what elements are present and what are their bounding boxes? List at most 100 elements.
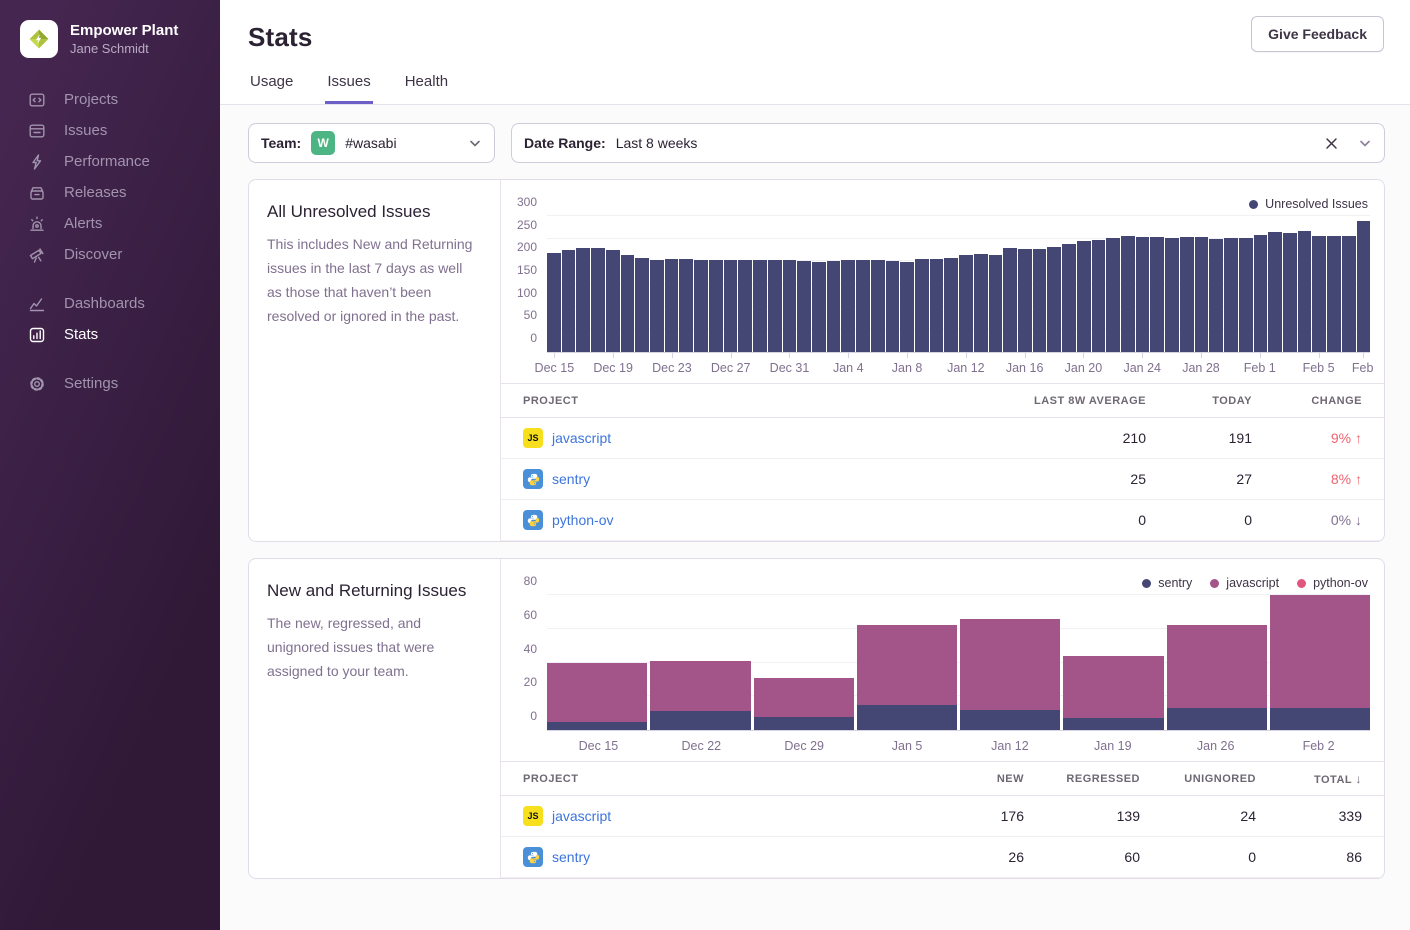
- bar[interactable]: [547, 253, 561, 352]
- column-header-regressed[interactable]: Regressed: [1046, 773, 1162, 785]
- stacked-bar[interactable]: [1167, 595, 1267, 730]
- bar[interactable]: [694, 260, 708, 352]
- bar[interactable]: [1195, 237, 1209, 352]
- bar[interactable]: [1018, 249, 1032, 352]
- bar[interactable]: [1077, 241, 1091, 352]
- bar[interactable]: [753, 260, 767, 352]
- bar[interactable]: [783, 260, 797, 352]
- bar[interactable]: [930, 259, 944, 352]
- stacked-bar[interactable]: [1063, 595, 1163, 730]
- project-link[interactable]: javascript: [552, 808, 611, 824]
- bar[interactable]: [1121, 236, 1135, 352]
- stacked-bar[interactable]: [650, 595, 750, 730]
- bar[interactable]: [650, 260, 664, 352]
- sidebar-item-releases[interactable]: Releases: [28, 177, 220, 208]
- bar[interactable]: [1224, 238, 1238, 352]
- bar[interactable]: [841, 260, 855, 352]
- x-axis-tick-label: Jan 16: [1006, 361, 1044, 375]
- bar[interactable]: [797, 261, 811, 352]
- give-feedback-button[interactable]: Give Feedback: [1251, 16, 1384, 52]
- bar[interactable]: [665, 259, 679, 352]
- legend-item-unresolved-issues[interactable]: Unresolved Issues: [1249, 197, 1368, 211]
- bar[interactable]: [959, 255, 973, 352]
- bar[interactable]: [1298, 231, 1312, 352]
- sidebar-item-stats[interactable]: Stats: [28, 319, 220, 350]
- bar[interactable]: [1357, 221, 1371, 352]
- legend-item-javascript[interactable]: javascript: [1210, 576, 1279, 590]
- sidebar-item-alerts[interactable]: Alerts: [28, 208, 220, 239]
- bar[interactable]: [1047, 247, 1061, 352]
- sidebar-item-discover[interactable]: Discover: [28, 239, 220, 270]
- bar[interactable]: [621, 255, 635, 352]
- bar[interactable]: [900, 262, 914, 352]
- org-switcher[interactable]: Empower Plant Jane Schmidt: [0, 0, 220, 84]
- bar[interactable]: [1136, 237, 1150, 352]
- stacked-bar[interactable]: [960, 595, 1060, 730]
- bar[interactable]: [944, 258, 958, 352]
- bar[interactable]: [724, 260, 738, 352]
- bar[interactable]: [1092, 240, 1106, 352]
- bar[interactable]: [1062, 244, 1076, 352]
- column-header-avg[interactable]: Last 8w Average: [998, 395, 1168, 407]
- bar[interactable]: [576, 248, 590, 352]
- date-range-select[interactable]: Date Range: Last 8 weeks: [511, 123, 1385, 163]
- bar[interactable]: [635, 258, 649, 352]
- legend-item-python-ov[interactable]: python-ov: [1297, 576, 1368, 590]
- bar[interactable]: [1327, 236, 1341, 352]
- tab-issues[interactable]: Issues: [325, 73, 372, 104]
- clear-date-range-icon[interactable]: [1325, 137, 1338, 150]
- bar[interactable]: [562, 250, 576, 352]
- bar[interactable]: [871, 260, 885, 352]
- bar[interactable]: [1312, 236, 1326, 352]
- stacked-bar[interactable]: [1270, 595, 1370, 730]
- column-header-today[interactable]: Today: [1168, 395, 1274, 407]
- bar[interactable]: [1165, 238, 1179, 352]
- bar[interactable]: [591, 248, 605, 352]
- bar[interactable]: [1268, 232, 1282, 352]
- sidebar-item-performance[interactable]: Performance: [28, 146, 220, 177]
- bar[interactable]: [989, 255, 1003, 352]
- stacked-bar[interactable]: [857, 595, 957, 730]
- bar[interactable]: [768, 260, 782, 352]
- sidebar-item-projects[interactable]: Projects: [28, 84, 220, 115]
- x-axis-tick-label: Jan 4: [833, 361, 864, 375]
- tab-usage[interactable]: Usage: [248, 73, 295, 104]
- bar[interactable]: [1239, 238, 1253, 352]
- bar[interactable]: [1106, 238, 1120, 352]
- project-link[interactable]: sentry: [552, 849, 590, 865]
- bar[interactable]: [1254, 235, 1268, 352]
- bar[interactable]: [1003, 248, 1017, 352]
- sidebar-item-dashboards[interactable]: Dashboards: [28, 288, 220, 319]
- project-link[interactable]: javascript: [552, 430, 611, 446]
- bar[interactable]: [1033, 249, 1047, 352]
- legend-item-sentry[interactable]: sentry: [1142, 576, 1192, 590]
- bar[interactable]: [827, 261, 841, 352]
- sidebar-item-settings[interactable]: Settings: [28, 368, 220, 399]
- bar[interactable]: [1209, 239, 1223, 352]
- bar[interactable]: [1342, 236, 1356, 353]
- column-header-change[interactable]: Change: [1274, 395, 1384, 407]
- column-header-new[interactable]: New: [930, 773, 1046, 785]
- project-link[interactable]: sentry: [552, 471, 590, 487]
- stacked-bar[interactable]: [754, 595, 854, 730]
- bar[interactable]: [1150, 237, 1164, 352]
- stacked-bar[interactable]: [547, 595, 647, 730]
- bar[interactable]: [679, 259, 693, 352]
- bar[interactable]: [1283, 233, 1297, 352]
- team-select[interactable]: Team: W #wasabi: [248, 123, 495, 163]
- sidebar-item-issues[interactable]: Issues: [28, 115, 220, 146]
- bar[interactable]: [606, 250, 620, 352]
- bar[interactable]: [709, 260, 723, 352]
- tab-health[interactable]: Health: [403, 73, 450, 104]
- project-link[interactable]: python-ov: [552, 512, 613, 528]
- bar[interactable]: [974, 254, 988, 352]
- bar[interactable]: [886, 261, 900, 352]
- bar[interactable]: [738, 260, 752, 352]
- bar[interactable]: [856, 260, 870, 352]
- column-header-unignored[interactable]: Unignored: [1162, 773, 1278, 785]
- column-header-total[interactable]: Total ↓: [1278, 772, 1384, 786]
- sidebar-item-label: Discover: [64, 246, 122, 263]
- bar[interactable]: [812, 262, 826, 352]
- bar[interactable]: [1180, 237, 1194, 352]
- bar[interactable]: [915, 259, 929, 352]
